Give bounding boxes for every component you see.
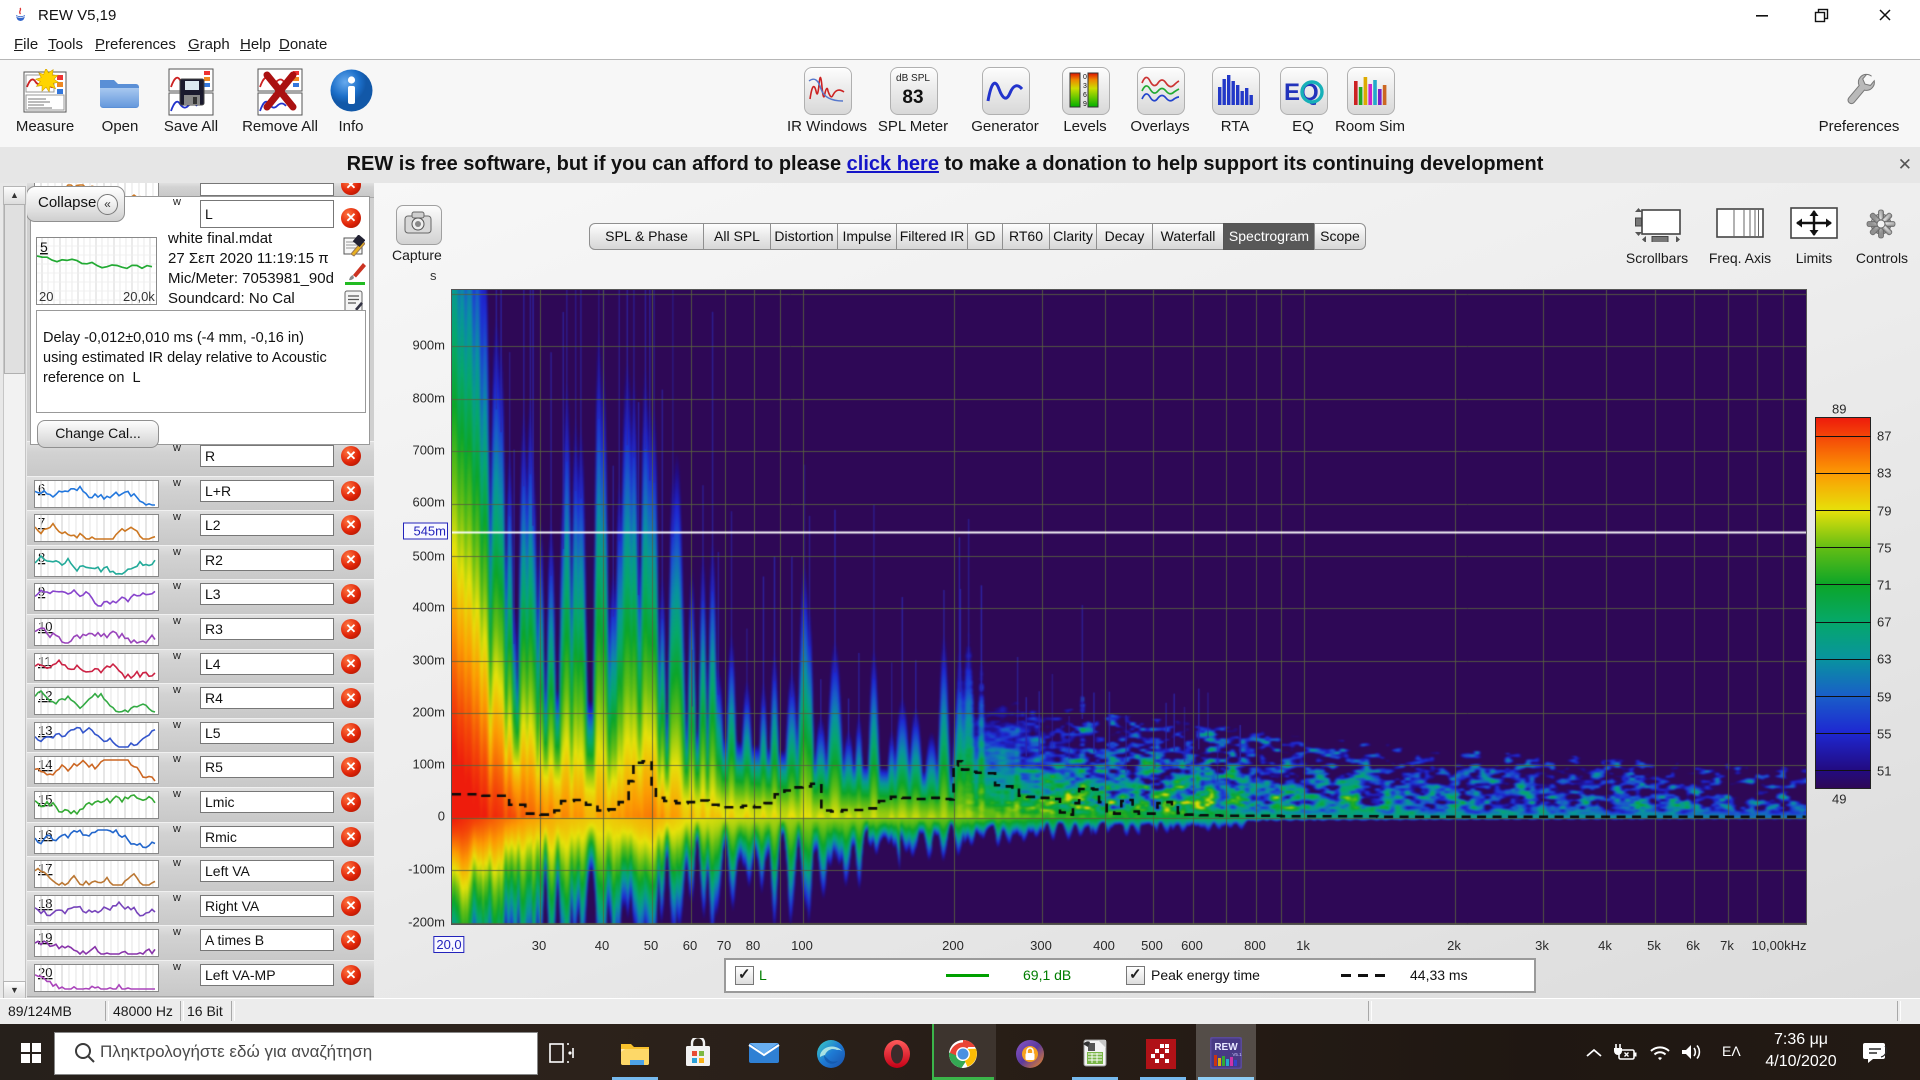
svg-text:0: 0 (1083, 74, 1087, 81)
svg-text:20: 20 (38, 965, 52, 980)
svg-text:13: 13 (38, 723, 52, 738)
svg-text:6: 6 (1083, 92, 1087, 99)
svg-text:20,0k: 20,0k (123, 289, 155, 304)
svg-text:83: 83 (902, 87, 923, 108)
svg-text:20: 20 (39, 289, 53, 304)
svg-text:5: 5 (40, 239, 48, 255)
svg-text:3: 3 (1083, 83, 1087, 90)
svg-text:V5.1: V5.1 (1232, 1052, 1242, 1057)
svg-text:dB SPL: dB SPL (896, 73, 930, 84)
svg-text:9: 9 (1083, 101, 1087, 108)
svg-text:16: 16 (38, 827, 52, 842)
svg-text:18: 18 (38, 896, 52, 911)
